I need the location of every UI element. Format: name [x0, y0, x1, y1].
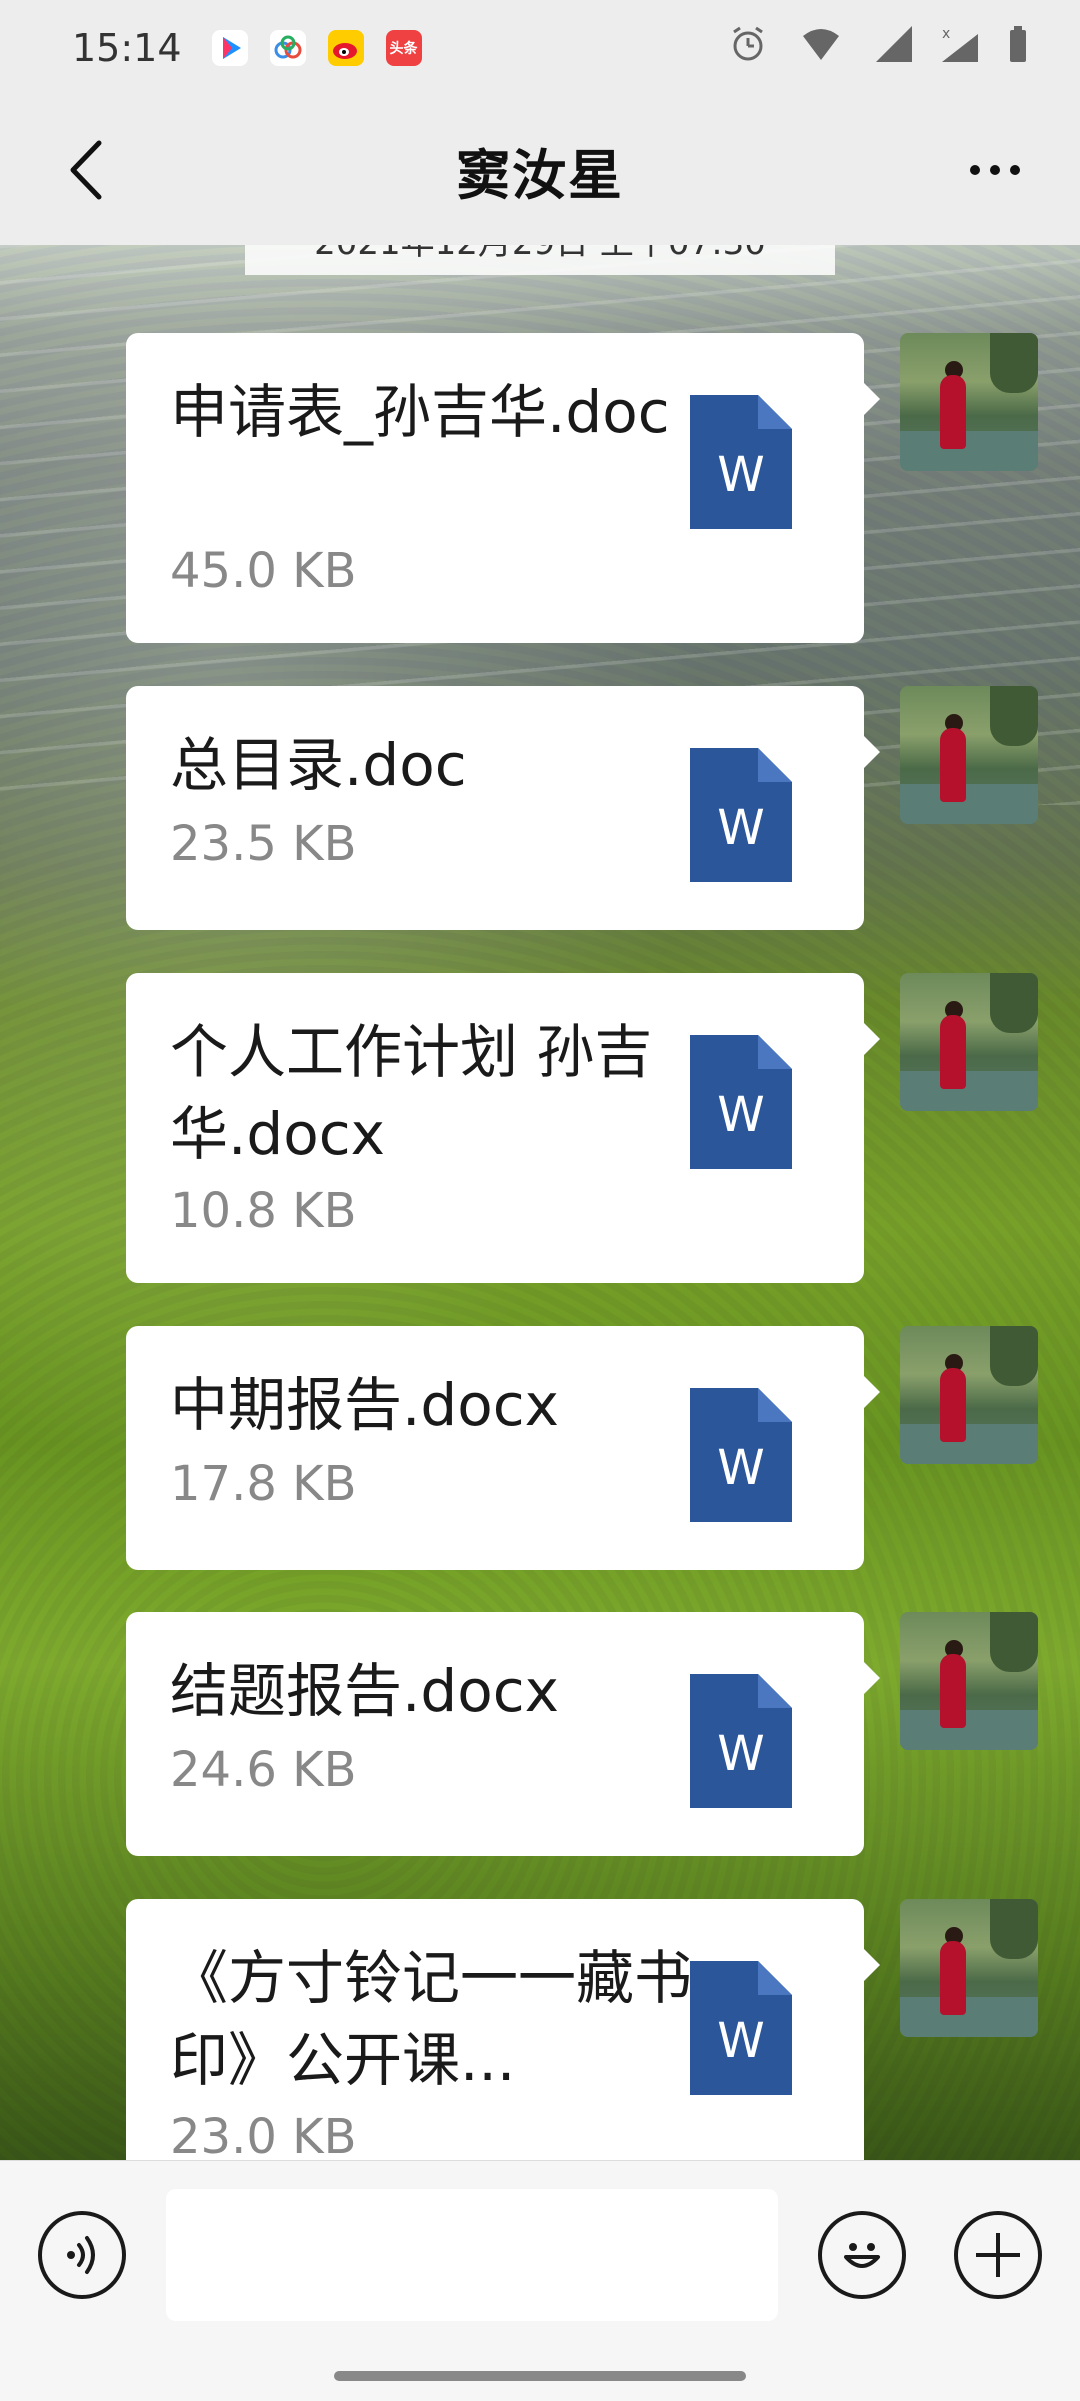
word-doc-icon: W — [690, 395, 792, 529]
chat-input-bar — [0, 2160, 1080, 2401]
svg-text:x: x — [942, 26, 950, 42]
home-indicator[interactable] — [334, 2371, 746, 2381]
wifi-icon — [803, 29, 839, 60]
file-size: 23.5 KB — [170, 816, 357, 872]
file-size: 17.8 KB — [170, 1456, 357, 1512]
svg-text:W: W — [717, 1087, 764, 1143]
file-message[interactable]: 结题报告.docx 24.6 KB W — [126, 1612, 880, 1856]
voice-button[interactable] — [38, 2211, 126, 2299]
svg-text:W: W — [717, 447, 764, 503]
cloud-icon — [269, 29, 306, 66]
chat-title: 窦汝星 — [456, 143, 624, 207]
weibo-icon — [327, 29, 364, 66]
alarm-icon — [733, 26, 763, 61]
bubble-tail — [864, 1023, 880, 1055]
file-message[interactable]: 申请表_孙吉华.doc 45.0 KB W — [126, 333, 880, 643]
signal-icon — [876, 26, 912, 62]
avatar[interactable] — [900, 973, 1038, 1111]
more-options-button[interactable] — [950, 125, 1040, 215]
more-icon-dot — [1010, 165, 1020, 175]
avatar[interactable] — [900, 1899, 1038, 2037]
emoji-button[interactable] — [818, 2211, 906, 2299]
bubble-tail — [864, 1376, 880, 1408]
word-doc-icon: W — [690, 1388, 792, 1522]
plus-icon — [976, 2233, 1020, 2277]
bubble-tail — [864, 1949, 880, 1981]
svg-text:W: W — [717, 800, 764, 856]
file-size: 10.8 KB — [170, 1183, 357, 1239]
avatar[interactable] — [900, 1326, 1038, 1464]
file-name: 总目录.doc — [170, 731, 467, 799]
word-doc-icon: W — [690, 1674, 792, 1808]
bubble-tail — [864, 383, 880, 415]
timestamp-text: 2021年12月29日 上午07:30 — [314, 245, 766, 263]
file-name: 中期报告.docx — [170, 1371, 559, 1439]
file-message[interactable]: 总目录.doc 23.5 KB W — [126, 686, 880, 930]
more-icon-dot — [970, 165, 980, 175]
file-name: 结题报告.docx — [170, 1657, 559, 1725]
status-app-icons: 头条 — [211, 29, 422, 66]
battery-icon — [1010, 26, 1026, 62]
file-name: 《方寸铃记一一藏书印》公开课... — [170, 1944, 693, 2094]
avatar[interactable] — [900, 686, 1038, 824]
message-input[interactable] — [166, 2189, 778, 2321]
avatar[interactable] — [900, 1612, 1038, 1750]
file-size: 23.0 KB — [170, 2109, 357, 2165]
file-size: 24.6 KB — [170, 1742, 357, 1798]
svg-text:W: W — [717, 1726, 764, 1782]
file-message[interactable]: 中期报告.docx 17.8 KB W — [126, 1326, 880, 1570]
toutiao-icon: 头条 — [385, 29, 422, 66]
chevron-left-icon — [70, 140, 102, 200]
message-timestamp: 2021年12月29日 上午07:30 — [245, 245, 835, 275]
toutiao-label: 头条 — [389, 40, 418, 57]
signal-no-sim-icon: x — [942, 26, 978, 62]
more-icon-dot — [990, 165, 1000, 175]
svg-text:W: W — [717, 2013, 764, 2069]
voice-icon — [67, 2236, 95, 2274]
word-doc-icon: W — [690, 1961, 792, 2095]
file-name: 个人工作计划 孙吉华.docx — [170, 1018, 653, 1168]
back-button[interactable] — [40, 125, 130, 215]
file-size: 45.0 KB — [170, 543, 357, 599]
avatar[interactable] — [900, 333, 1038, 471]
emoji-icon — [844, 2243, 880, 2268]
youku-icon — [211, 29, 248, 66]
chat-header: 窦汝星 — [0, 95, 1080, 245]
status-bar: 15:14 头条 x — [0, 0, 1080, 95]
bubble-tail — [864, 1662, 880, 1694]
status-indicators: x — [728, 24, 1030, 64]
word-doc-icon: W — [690, 748, 792, 882]
svg-text:W: W — [717, 1440, 764, 1496]
file-name: 申请表_孙吉华.doc — [170, 378, 670, 446]
bubble-tail — [864, 736, 880, 768]
status-time: 15:14 — [72, 25, 182, 70]
file-message[interactable]: 个人工作计划 孙吉华.docx 10.8 KB W — [126, 973, 880, 1283]
add-button[interactable] — [954, 2211, 1042, 2299]
word-doc-icon: W — [690, 1035, 792, 1169]
